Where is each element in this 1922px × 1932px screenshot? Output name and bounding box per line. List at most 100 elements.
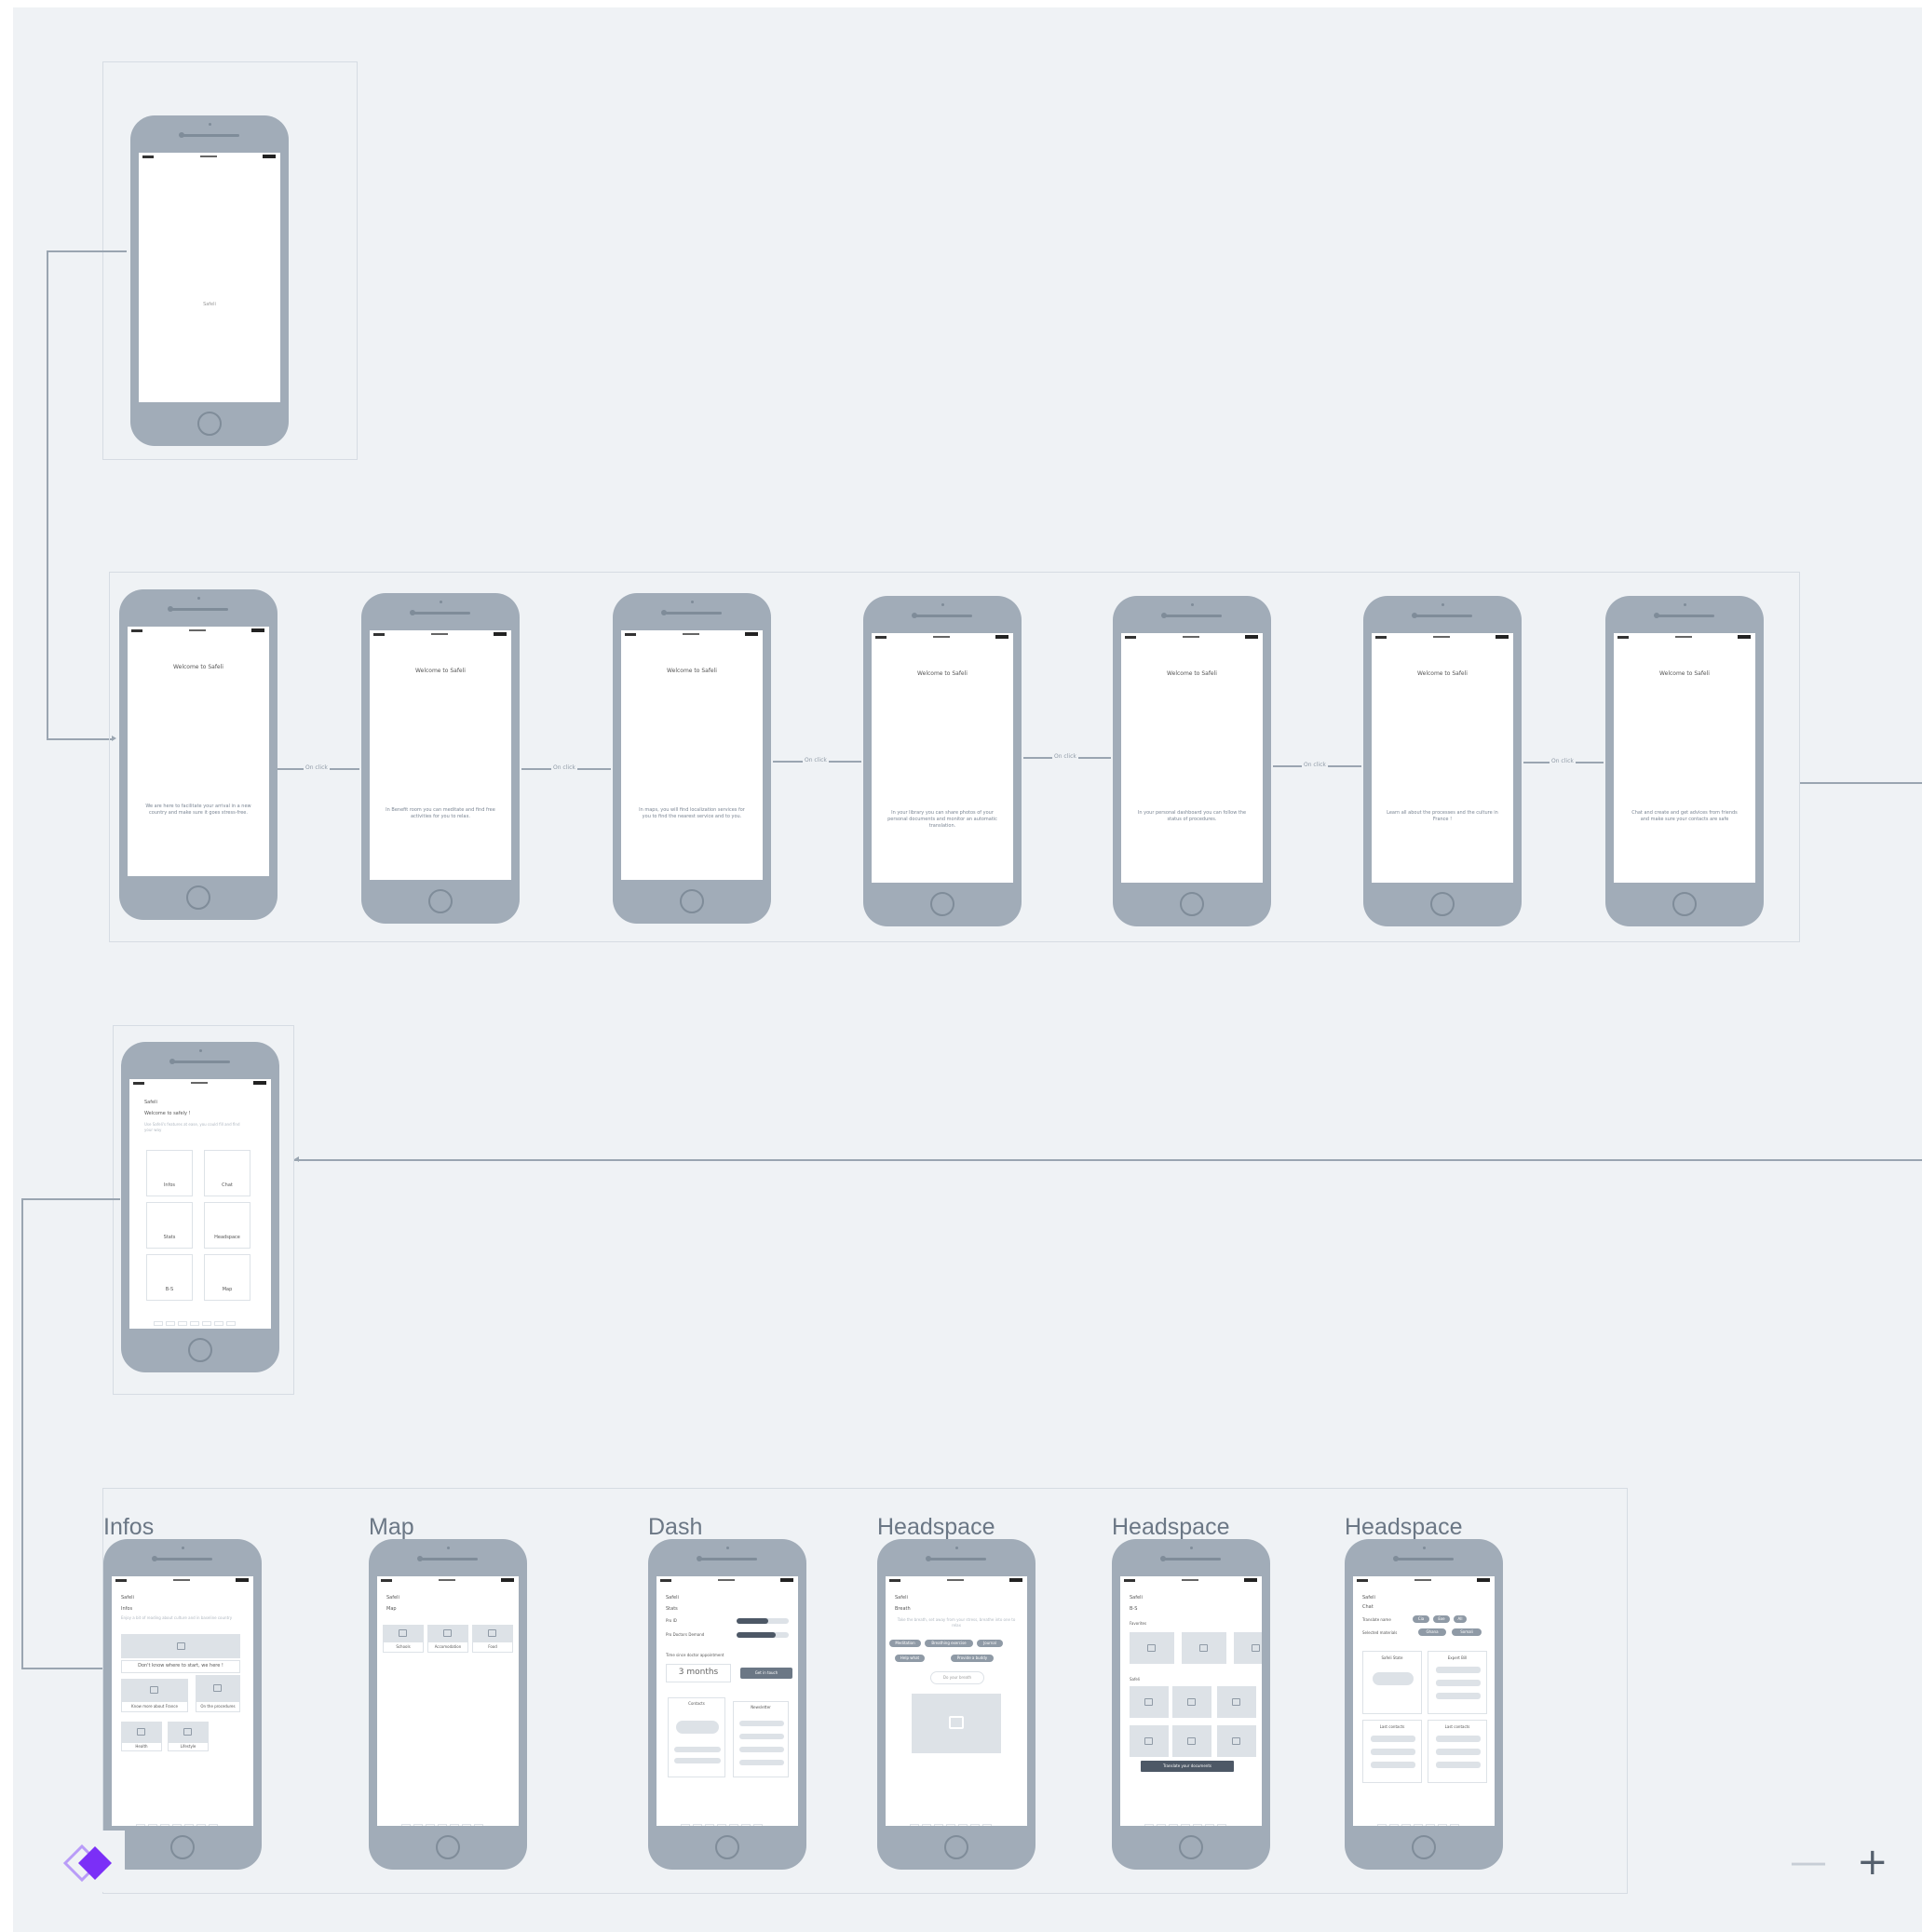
tile-infos[interactable]: Infos: [146, 1150, 193, 1196]
grid-item[interactable]: [1217, 1686, 1256, 1718]
onboarding-phone-3[interactable]: Welcome to Safeli In maps, you will find…: [613, 593, 771, 924]
placeholder-line: [674, 1747, 721, 1752]
home-button: [197, 412, 222, 436]
onboarding-phone-2[interactable]: Welcome to Safeli In Benefit room you ca…: [361, 593, 520, 924]
category-food[interactable]: Food: [472, 1642, 513, 1653]
home-intro: Use Safeli's features at ease, you could…: [144, 1122, 240, 1132]
onboarding-phone-5[interactable]: Welcome to Safeli In your personal dashb…: [1113, 596, 1271, 926]
dash-phone[interactable]: Safeli Stats Pro ID Pro Doctors Demand T…: [648, 1539, 806, 1870]
infos-phone[interactable]: Safeli Infos Enjoy a bit of reading abou…: [103, 1539, 262, 1870]
chip-breathing[interactable]: Breathing exercise: [925, 1640, 973, 1647]
onboarding-phone-4[interactable]: Welcome to Safeli In your library you ca…: [863, 596, 1022, 926]
filter-chip[interactable]: Ghana: [1418, 1628, 1446, 1636]
grid-item[interactable]: [1130, 1686, 1169, 1718]
home-phone[interactable]: Safeli Welcome to safely ! Use Safeli's …: [121, 1042, 279, 1372]
headspace-phone-3[interactable]: Safeli Chat Translate name Cia Exe All S…: [1345, 1539, 1503, 1870]
image-icon: [949, 1716, 964, 1729]
do-your-breath-button[interactable]: Do your breath: [930, 1671, 984, 1684]
bottom-nav[interactable]: [681, 1815, 774, 1826]
last-contacts-card[interactable]: Last contacts: [1428, 1720, 1487, 1783]
screen-title: Breath: [895, 1606, 911, 1612]
zoom-in-button[interactable]: +: [1857, 1844, 1888, 1881]
tile-headspace[interactable]: Headspace: [204, 1202, 250, 1249]
filter-label: Translate name: [1362, 1617, 1391, 1622]
image-icon: [1232, 1698, 1240, 1706]
chip-meditation[interactable]: Meditation: [889, 1640, 921, 1647]
translate-documents-button[interactable]: Translate your documents: [1141, 1761, 1234, 1772]
newsletter-card[interactable]: Newsletter: [733, 1701, 789, 1777]
category-accomodation[interactable]: Accomodation: [427, 1642, 468, 1653]
card-title: Expert Bill: [1447, 1655, 1468, 1660]
last-contacts-card[interactable]: Last contacts: [1362, 1720, 1422, 1783]
flow-label: On click: [304, 764, 330, 771]
filter-chip[interactable]: Somali: [1452, 1628, 1482, 1636]
safeli-state-card[interactable]: Safeli State: [1362, 1651, 1422, 1714]
arrow-head: [294, 1156, 299, 1162]
contacts-card[interactable]: Contacts: [668, 1697, 725, 1777]
expert-bill-card[interactable]: Expert Bill: [1428, 1651, 1487, 1714]
screen-desc: Take the breath, set away from your stre…: [897, 1617, 1016, 1628]
filter-chip[interactable]: Cia: [1413, 1615, 1429, 1623]
avatar-group: [1373, 1672, 1414, 1685]
bottom-nav[interactable]: [136, 1815, 229, 1826]
headspace-screen: Safeli B-S Favorites Safeli Translate yo…: [1120, 1576, 1262, 1826]
grid-item[interactable]: [1172, 1686, 1211, 1718]
zoom-out-button[interactable]: —: [1790, 1844, 1827, 1881]
tile-stats[interactable]: Stats: [146, 1202, 193, 1249]
chip-buddy[interactable]: Provide a buddy: [951, 1655, 994, 1662]
headspace-phone-2[interactable]: Safeli B-S Favorites Safeli Translate yo…: [1112, 1539, 1270, 1870]
image-icon: [1199, 1644, 1208, 1652]
filter-chip[interactable]: Exe: [1433, 1615, 1450, 1623]
headspace-screen: Safeli Breath Take the breath, set away …: [886, 1576, 1027, 1826]
bottom-nav[interactable]: [1144, 1815, 1238, 1826]
category-image: [427, 1625, 468, 1642]
map-phone[interactable]: Safeli Map Schools Accomodation Food: [369, 1539, 527, 1870]
status-bar: [139, 153, 280, 160]
favorite-item[interactable]: [1234, 1632, 1262, 1664]
image-icon: [213, 1684, 222, 1692]
months-field[interactable]: 3 months: [666, 1664, 731, 1682]
prototype-canvas[interactable]: Safeli Welcome to Safeli We are here to …: [13, 7, 1922, 1932]
screen-title: Map: [386, 1606, 397, 1612]
onboarding-body: In Benefit room you can meditate and fin…: [386, 807, 495, 819]
card-know-france[interactable]: Know more about France: [121, 1701, 188, 1712]
favorite-item[interactable]: [1130, 1632, 1174, 1664]
filter-chip[interactable]: All: [1454, 1615, 1467, 1623]
app-name: Safeli: [386, 1595, 399, 1601]
tile-bs[interactable]: B-S: [146, 1254, 193, 1301]
flow-connector: [47, 250, 127, 252]
app-logo[interactable]: [58, 1831, 125, 1892]
favorite-item[interactable]: [1182, 1632, 1226, 1664]
card-procedures[interactable]: On the procedures: [196, 1701, 240, 1712]
chip-journal[interactable]: Journal: [977, 1640, 1003, 1647]
get-in-touch-button[interactable]: Get in touch: [740, 1668, 792, 1679]
chip-help[interactable]: Help what: [895, 1655, 925, 1662]
onboarding-phone-1[interactable]: Welcome to Safeli We are here to facilit…: [119, 589, 277, 920]
splash-phone[interactable]: Safeli: [130, 115, 289, 446]
card-title: Safeli State: [1381, 1655, 1403, 1660]
onboarding-phone-6[interactable]: Welcome to Safeli Learn all about the pr…: [1363, 596, 1522, 926]
flow-label: On click: [1550, 758, 1576, 764]
card-health[interactable]: Health: [121, 1742, 162, 1751]
tile-map[interactable]: Map: [204, 1254, 250, 1301]
bottom-nav[interactable]: [910, 1815, 1003, 1826]
banner-button[interactable]: Don't know where to start, we here !: [121, 1660, 240, 1673]
home-button: [186, 885, 210, 910]
bottom-nav[interactable]: [1377, 1815, 1470, 1826]
progress-fill: [737, 1632, 776, 1638]
headspace-phone-1[interactable]: Safeli Breath Take the breath, set away …: [877, 1539, 1035, 1870]
flow-connector: [21, 1668, 111, 1669]
bottom-nav[interactable]: [154, 1312, 247, 1326]
headspace-screen: Safeli Chat Translate name Cia Exe All S…: [1353, 1576, 1495, 1826]
tile-chat[interactable]: Chat: [204, 1150, 250, 1196]
grid-item[interactable]: [1172, 1725, 1211, 1757]
image-icon: [1144, 1698, 1153, 1706]
grid-item[interactable]: [1217, 1725, 1256, 1757]
bottom-nav[interactable]: [401, 1815, 494, 1826]
onboarding-title: Welcome to Safeli: [415, 668, 466, 674]
placeholder-line: [1371, 1749, 1415, 1755]
category-schools[interactable]: Schools: [383, 1642, 424, 1653]
card-lifestyle[interactable]: Lifestyle: [168, 1742, 209, 1751]
grid-item[interactable]: [1130, 1725, 1169, 1757]
onboarding-phone-7[interactable]: Welcome to Safeli Chat and create and ge…: [1605, 596, 1764, 926]
